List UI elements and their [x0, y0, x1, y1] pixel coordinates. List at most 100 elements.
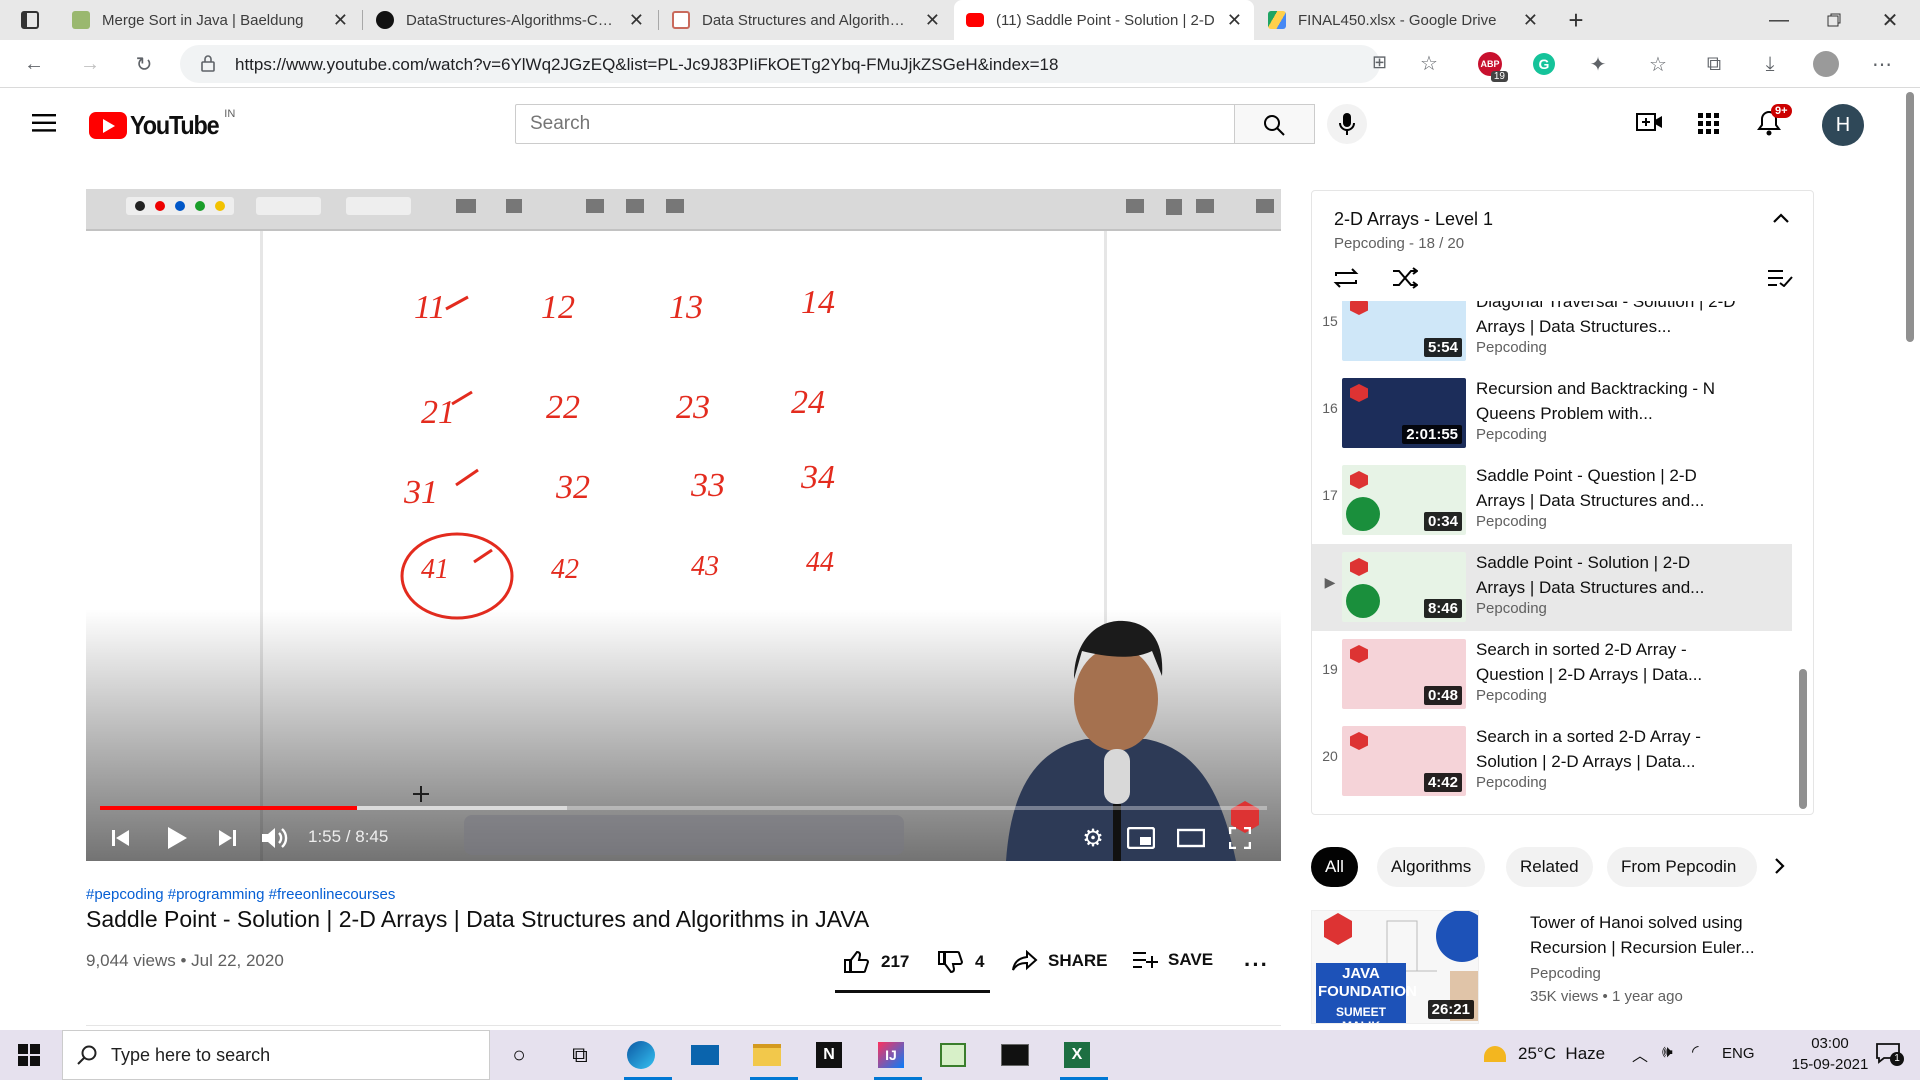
- next-video-icon[interactable]: [210, 821, 244, 855]
- favorite-star-icon[interactable]: ☆: [1420, 51, 1438, 76]
- close-tab-icon[interactable]: ✕: [629, 10, 644, 31]
- fullscreen-icon[interactable]: [1221, 819, 1259, 857]
- play-icon[interactable]: [158, 819, 196, 857]
- playlist-menu-icon[interactable]: [1767, 269, 1793, 292]
- playlist-subtitle: Pepcoding - 18 / 20: [1334, 235, 1465, 252]
- playlist-item[interactable]: 20 4:42 Search in a sorted 2-D Array - Sol…: [1312, 718, 1792, 805]
- browser-tab-baeldung[interactable]: Merge Sort in Java | Baeldung ✕: [60, 0, 360, 40]
- lock-icon: [200, 54, 216, 77]
- progress-bar-track[interactable]: [100, 806, 1267, 810]
- terminal-icon[interactable]: [996, 1036, 1034, 1074]
- filter-chip[interactable]: All: [1311, 847, 1358, 887]
- task-view-icon[interactable]: ⧉: [561, 1036, 599, 1074]
- playlist-item[interactable]: 15 5:54 Diagonal Traversal - Solution | 2-…: [1312, 301, 1792, 370]
- video-hashtags[interactable]: #pepcoding #programming #freeonlinecours…: [86, 886, 395, 903]
- clock-time[interactable]: 03:00: [1790, 1035, 1870, 1052]
- back-arrow-icon[interactable]: ←: [20, 50, 48, 78]
- browser-tab-drive[interactable]: FINAL450.xlsx - Google Drive ✕: [1256, 0, 1550, 40]
- speaker-icon[interactable]: 🕪: [1662, 1042, 1673, 1062]
- close-tab-icon[interactable]: ✕: [1523, 10, 1538, 31]
- page-scrollbar[interactable]: [1906, 92, 1914, 342]
- shuffle-playlist-icon[interactable]: [1392, 267, 1419, 294]
- tab-actions-icon[interactable]: [16, 6, 44, 34]
- miniplayer-icon[interactable]: [1122, 819, 1160, 857]
- share-button[interactable]: SHARE: [1012, 950, 1108, 972]
- image-app-icon[interactable]: [934, 1036, 972, 1074]
- close-tab-icon[interactable]: ✕: [1227, 10, 1242, 31]
- extension-abp-icon[interactable]: ABP 19: [1476, 50, 1508, 82]
- chips-next-chevron-icon[interactable]: [1774, 857, 1786, 880]
- recommended-video[interactable]: JAVA FOUNDATION SUMEET MALIK 26:21 Tower…: [1311, 910, 1811, 1028]
- search-button[interactable]: [1235, 104, 1315, 144]
- action-center-icon[interactable]: 1: [1876, 1042, 1904, 1069]
- playlist-item[interactable]: 19 0:48 Search in sorted 2-D Array - Quest…: [1312, 631, 1792, 718]
- close-window-icon[interactable]: ✕: [1876, 6, 1904, 34]
- playlist-item[interactable]: ▶ 8:46 Saddle Point - Solution | 2-D Array…: [1312, 544, 1792, 631]
- search-box[interactable]: [515, 104, 1235, 144]
- maximize-icon[interactable]: [1820, 6, 1848, 34]
- close-tab-icon[interactable]: ✕: [925, 10, 940, 31]
- profile-avatar-icon[interactable]: [1812, 50, 1840, 78]
- settings-gear-icon[interactable]: ⚙: [1074, 819, 1112, 857]
- create-video-icon[interactable]: [1636, 111, 1664, 140]
- new-tab-plus-icon[interactable]: +: [1562, 5, 1590, 35]
- browser-tab-dsa[interactable]: Data Structures and Algorithms f ✕: [660, 0, 952, 40]
- tray-chevron-up-icon[interactable]: ︿: [1632, 1042, 1648, 1066]
- collapse-chevron-up-icon[interactable]: [1772, 211, 1790, 229]
- favorites-icon[interactable]: ☆: [1644, 50, 1672, 78]
- language-indicator[interactable]: ENG: [1722, 1045, 1755, 1062]
- grammarly-icon[interactable]: G: [1530, 50, 1558, 78]
- reload-icon[interactable]: ↻: [130, 50, 158, 78]
- minimize-icon[interactable]: —: [1765, 6, 1793, 34]
- youtube-logo[interactable]: YouTube IN: [89, 108, 235, 141]
- filter-chip[interactable]: From Pepcodin: [1607, 847, 1757, 887]
- playlist-scrollbar[interactable]: [1799, 669, 1807, 809]
- playlist-item[interactable]: 16 2:01:55 Recursion and Backtracking - N …: [1312, 370, 1792, 457]
- excel-icon[interactable]: X: [1058, 1036, 1096, 1074]
- video-title: Saddle Point - Solution | 2-D Arrays | D…: [86, 906, 870, 932]
- weather-widget[interactable]: 25°C Haze: [1484, 1044, 1605, 1064]
- downloads-icon[interactable]: ⤓: [1756, 50, 1784, 78]
- save-button[interactable]: SAVE: [1132, 950, 1213, 970]
- forward-arrow-icon[interactable]: →: [76, 50, 104, 78]
- playlist-item-index: 16: [1322, 400, 1338, 416]
- collections-icon[interactable]: ⧉: [1700, 50, 1728, 78]
- user-avatar[interactable]: H: [1822, 104, 1864, 146]
- hamburger-menu-icon[interactable]: [32, 114, 56, 137]
- previous-video-icon[interactable]: [104, 821, 138, 855]
- settings-more-icon[interactable]: ⋯: [1868, 50, 1896, 78]
- windows-start-icon[interactable]: [10, 1036, 48, 1074]
- cortana-icon[interactable]: ○: [500, 1036, 538, 1074]
- app-available-icon[interactable]: ⊞: [1372, 52, 1387, 73]
- action-center-badge: 1: [1890, 1052, 1904, 1066]
- video-player[interactable]: 11 12 13 14 21 22 23 24 31 32 33 34 41 4…: [86, 189, 1281, 861]
- browser-tab-github[interactable]: DataStructures-Algorithms-Comp ✕: [364, 0, 656, 40]
- address-bar[interactable]: https://www.youtube.com/watch?v=6YlWq2JG…: [180, 45, 1438, 83]
- playlist-item[interactable]: 17 0:34 Saddle Point - Question | 2-D Arra…: [1312, 457, 1792, 544]
- like-button[interactable]: 217: [843, 950, 909, 974]
- mail-icon[interactable]: [686, 1036, 724, 1074]
- filter-chip[interactable]: Related: [1506, 847, 1593, 887]
- close-tab-icon[interactable]: ✕: [333, 10, 348, 31]
- wifi-icon[interactable]: ◜: [1692, 1042, 1699, 1062]
- playlist-item-thumbnail: 4:42: [1342, 726, 1466, 796]
- filter-chip[interactable]: Algorithms: [1377, 847, 1486, 887]
- voice-search-button[interactable]: [1327, 104, 1367, 144]
- extensions-puzzle-icon[interactable]: ✦: [1584, 50, 1612, 78]
- taskbar-search-box[interactable]: Type here to search: [62, 1030, 490, 1080]
- search-input[interactable]: [516, 105, 1234, 143]
- dislike-button[interactable]: 4: [937, 950, 984, 974]
- intellij-icon[interactable]: IJ: [872, 1036, 910, 1074]
- file-explorer-icon[interactable]: [748, 1036, 786, 1074]
- notifications-bell-icon[interactable]: 9+: [1757, 104, 1792, 141]
- more-actions-icon[interactable]: ···: [1244, 952, 1269, 978]
- notion-icon[interactable]: N: [810, 1036, 848, 1074]
- loop-playlist-icon[interactable]: [1332, 267, 1360, 294]
- browser-tab-youtube[interactable]: (11) Saddle Point - Solution | 2-D ✕: [954, 0, 1254, 40]
- clock-date[interactable]: 15-09-2021: [1790, 1056, 1870, 1073]
- edge-browser-icon[interactable]: [622, 1036, 660, 1074]
- playlist-title[interactable]: 2-D Arrays - Level 1: [1334, 209, 1493, 230]
- apps-grid-icon[interactable]: [1698, 113, 1720, 140]
- volume-icon[interactable]: [256, 819, 294, 857]
- theater-mode-icon[interactable]: [1172, 819, 1210, 857]
